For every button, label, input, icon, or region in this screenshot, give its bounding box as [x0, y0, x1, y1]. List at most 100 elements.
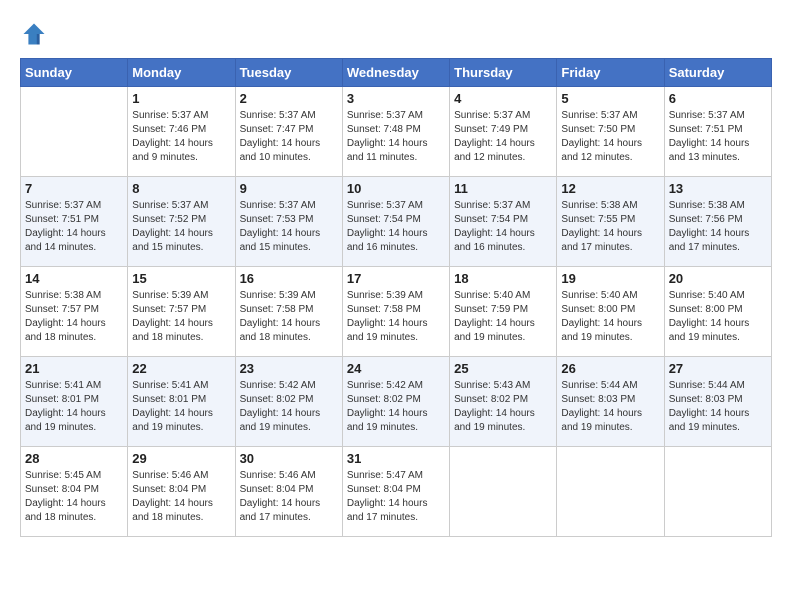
calendar-cell: 29 Sunrise: 5:46 AMSunset: 8:04 PMDayligh… [128, 447, 235, 537]
day-info: Sunrise: 5:40 AMSunset: 8:00 PMDaylight:… [669, 289, 767, 345]
day-info: Sunrise: 5:40 AMSunset: 7:59 PMDaylight:… [454, 289, 552, 345]
calendar-cell: 11Sunrise: 5:37 AMSunset: 7:54 PMDayligh… [450, 177, 557, 267]
day-number: 9 [240, 181, 338, 196]
calendar: SundayMondayTuesdayWednesdayThursdayFrid… [20, 58, 772, 537]
day-number: 11 [454, 181, 552, 196]
day-info: Sunrise: 5:37 AMSunset: 7:46 PMDaylight:… [132, 109, 230, 165]
calendar-cell [450, 447, 557, 537]
day-info: Sunrise: 5:38 AMSunset: 7:55 PMDaylight:… [561, 199, 659, 255]
day-number: 26 [561, 361, 659, 376]
day-number: 3 [347, 91, 445, 106]
calendar-cell: 3 Sunrise: 5:37 AMSunset: 7:48 PMDaylight… [342, 87, 449, 177]
day-info: Sunrise: 5:42 AMSunset: 8:02 PMDaylight:… [240, 379, 338, 435]
day-info: Sunrise: 5:40 AMSunset: 8:00 PMDaylight:… [561, 289, 659, 345]
day-info: Sunrise: 5:46 AMSunset: 8:04 PMDaylight:… [132, 469, 230, 525]
day-info: Sunrise: 5:47 AMSunset: 8:04 PMDaylight:… [347, 469, 445, 525]
day-number: 16 [240, 271, 338, 286]
calendar-week-row: 7 Sunrise: 5:37 AMSunset: 7:51 PMDaylight… [21, 177, 772, 267]
day-info: Sunrise: 5:37 AMSunset: 7:52 PMDaylight:… [132, 199, 230, 255]
calendar-cell: 5 Sunrise: 5:37 AMSunset: 7:50 PMDaylight… [557, 87, 664, 177]
weekday-header: Sunday [21, 59, 128, 87]
day-number: 27 [669, 361, 767, 376]
day-info: Sunrise: 5:43 AMSunset: 8:02 PMDaylight:… [454, 379, 552, 435]
day-info: Sunrise: 5:45 AMSunset: 8:04 PMDaylight:… [25, 469, 123, 525]
day-number: 22 [132, 361, 230, 376]
day-number: 1 [132, 91, 230, 106]
day-number: 15 [132, 271, 230, 286]
day-number: 10 [347, 181, 445, 196]
day-number: 5 [561, 91, 659, 106]
day-info: Sunrise: 5:42 AMSunset: 8:02 PMDaylight:… [347, 379, 445, 435]
weekday-header: Monday [128, 59, 235, 87]
day-info: Sunrise: 5:37 AMSunset: 7:49 PMDaylight:… [454, 109, 552, 165]
day-info: Sunrise: 5:38 AMSunset: 7:56 PMDaylight:… [669, 199, 767, 255]
logo [20, 20, 52, 48]
day-info: Sunrise: 5:39 AMSunset: 7:58 PMDaylight:… [347, 289, 445, 345]
calendar-week-row: 1 Sunrise: 5:37 AMSunset: 7:46 PMDaylight… [21, 87, 772, 177]
calendar-cell: 16 Sunrise: 5:39 AMSunset: 7:58 PMDayligh… [235, 267, 342, 357]
calendar-cell: 6 Sunrise: 5:37 AMSunset: 7:51 PMDaylight… [664, 87, 771, 177]
calendar-cell: 7 Sunrise: 5:37 AMSunset: 7:51 PMDaylight… [21, 177, 128, 267]
day-number: 20 [669, 271, 767, 286]
day-number: 14 [25, 271, 123, 286]
calendar-cell: 31 Sunrise: 5:47 AMSunset: 8:04 PMDayligh… [342, 447, 449, 537]
day-number: 18 [454, 271, 552, 286]
calendar-cell: 15 Sunrise: 5:39 AMSunset: 7:57 PMDayligh… [128, 267, 235, 357]
day-info: Sunrise: 5:41 AMSunset: 8:01 PMDaylight:… [25, 379, 123, 435]
day-number: 23 [240, 361, 338, 376]
calendar-cell: 26 Sunrise: 5:44 AMSunset: 8:03 PMDayligh… [557, 357, 664, 447]
calendar-cell: 23 Sunrise: 5:42 AMSunset: 8:02 PMDayligh… [235, 357, 342, 447]
day-number: 19 [561, 271, 659, 286]
calendar-cell: 1 Sunrise: 5:37 AMSunset: 7:46 PMDaylight… [128, 87, 235, 177]
weekday-header: Tuesday [235, 59, 342, 87]
calendar-cell: 19 Sunrise: 5:40 AMSunset: 8:00 PMDayligh… [557, 267, 664, 357]
calendar-cell: 25 Sunrise: 5:43 AMSunset: 8:02 PMDayligh… [450, 357, 557, 447]
calendar-cell: 18 Sunrise: 5:40 AMSunset: 7:59 PMDayligh… [450, 267, 557, 357]
weekday-header: Wednesday [342, 59, 449, 87]
day-info: Sunrise: 5:39 AMSunset: 7:57 PMDaylight:… [132, 289, 230, 345]
calendar-cell: 22 Sunrise: 5:41 AMSunset: 8:01 PMDayligh… [128, 357, 235, 447]
day-info: Sunrise: 5:37 AMSunset: 7:50 PMDaylight:… [561, 109, 659, 165]
calendar-cell: 14 Sunrise: 5:38 AMSunset: 7:57 PMDayligh… [21, 267, 128, 357]
day-info: Sunrise: 5:37 AMSunset: 7:48 PMDaylight:… [347, 109, 445, 165]
day-number: 2 [240, 91, 338, 106]
calendar-cell: 8Sunrise: 5:37 AMSunset: 7:52 PMDaylight… [128, 177, 235, 267]
day-number: 7 [25, 181, 123, 196]
day-number: 17 [347, 271, 445, 286]
calendar-week-row: 21 Sunrise: 5:41 AMSunset: 8:01 PMDayligh… [21, 357, 772, 447]
calendar-cell: 30 Sunrise: 5:46 AMSunset: 8:04 PMDayligh… [235, 447, 342, 537]
day-info: Sunrise: 5:44 AMSunset: 8:03 PMDaylight:… [669, 379, 767, 435]
day-number: 6 [669, 91, 767, 106]
calendar-cell: 17 Sunrise: 5:39 AMSunset: 7:58 PMDayligh… [342, 267, 449, 357]
calendar-cell [21, 87, 128, 177]
calendar-cell: 10Sunrise: 5:37 AMSunset: 7:54 PMDayligh… [342, 177, 449, 267]
weekday-header: Thursday [450, 59, 557, 87]
day-number: 30 [240, 451, 338, 466]
day-info: Sunrise: 5:46 AMSunset: 8:04 PMDaylight:… [240, 469, 338, 525]
day-info: Sunrise: 5:39 AMSunset: 7:58 PMDaylight:… [240, 289, 338, 345]
day-number: 29 [132, 451, 230, 466]
day-info: Sunrise: 5:38 AMSunset: 7:57 PMDaylight:… [25, 289, 123, 345]
day-info: Sunrise: 5:41 AMSunset: 8:01 PMDaylight:… [132, 379, 230, 435]
day-info: Sunrise: 5:37 AMSunset: 7:47 PMDaylight:… [240, 109, 338, 165]
day-info: Sunrise: 5:44 AMSunset: 8:03 PMDaylight:… [561, 379, 659, 435]
calendar-cell: 2 Sunrise: 5:37 AMSunset: 7:47 PMDaylight… [235, 87, 342, 177]
day-info: Sunrise: 5:37 AMSunset: 7:51 PMDaylight:… [25, 199, 123, 255]
day-number: 12 [561, 181, 659, 196]
calendar-cell: 24 Sunrise: 5:42 AMSunset: 8:02 PMDayligh… [342, 357, 449, 447]
day-number: 24 [347, 361, 445, 376]
calendar-cell: 13Sunrise: 5:38 AMSunset: 7:56 PMDayligh… [664, 177, 771, 267]
calendar-cell: 9 Sunrise: 5:37 AMSunset: 7:53 PMDaylight… [235, 177, 342, 267]
day-number: 4 [454, 91, 552, 106]
day-info: Sunrise: 5:37 AMSunset: 7:53 PMDaylight:… [240, 199, 338, 255]
weekday-header: Saturday [664, 59, 771, 87]
day-number: 28 [25, 451, 123, 466]
day-number: 21 [25, 361, 123, 376]
day-info: Sunrise: 5:37 AMSunset: 7:51 PMDaylight:… [669, 109, 767, 165]
calendar-cell: 27 Sunrise: 5:44 AMSunset: 8:03 PMDayligh… [664, 357, 771, 447]
calendar-header-row: SundayMondayTuesdayWednesdayThursdayFrid… [21, 59, 772, 87]
day-number: 25 [454, 361, 552, 376]
day-number: 31 [347, 451, 445, 466]
calendar-cell: 28 Sunrise: 5:45 AMSunset: 8:04 PMDayligh… [21, 447, 128, 537]
calendar-cell: 12 Sunrise: 5:38 AMSunset: 7:55 PMDayligh… [557, 177, 664, 267]
